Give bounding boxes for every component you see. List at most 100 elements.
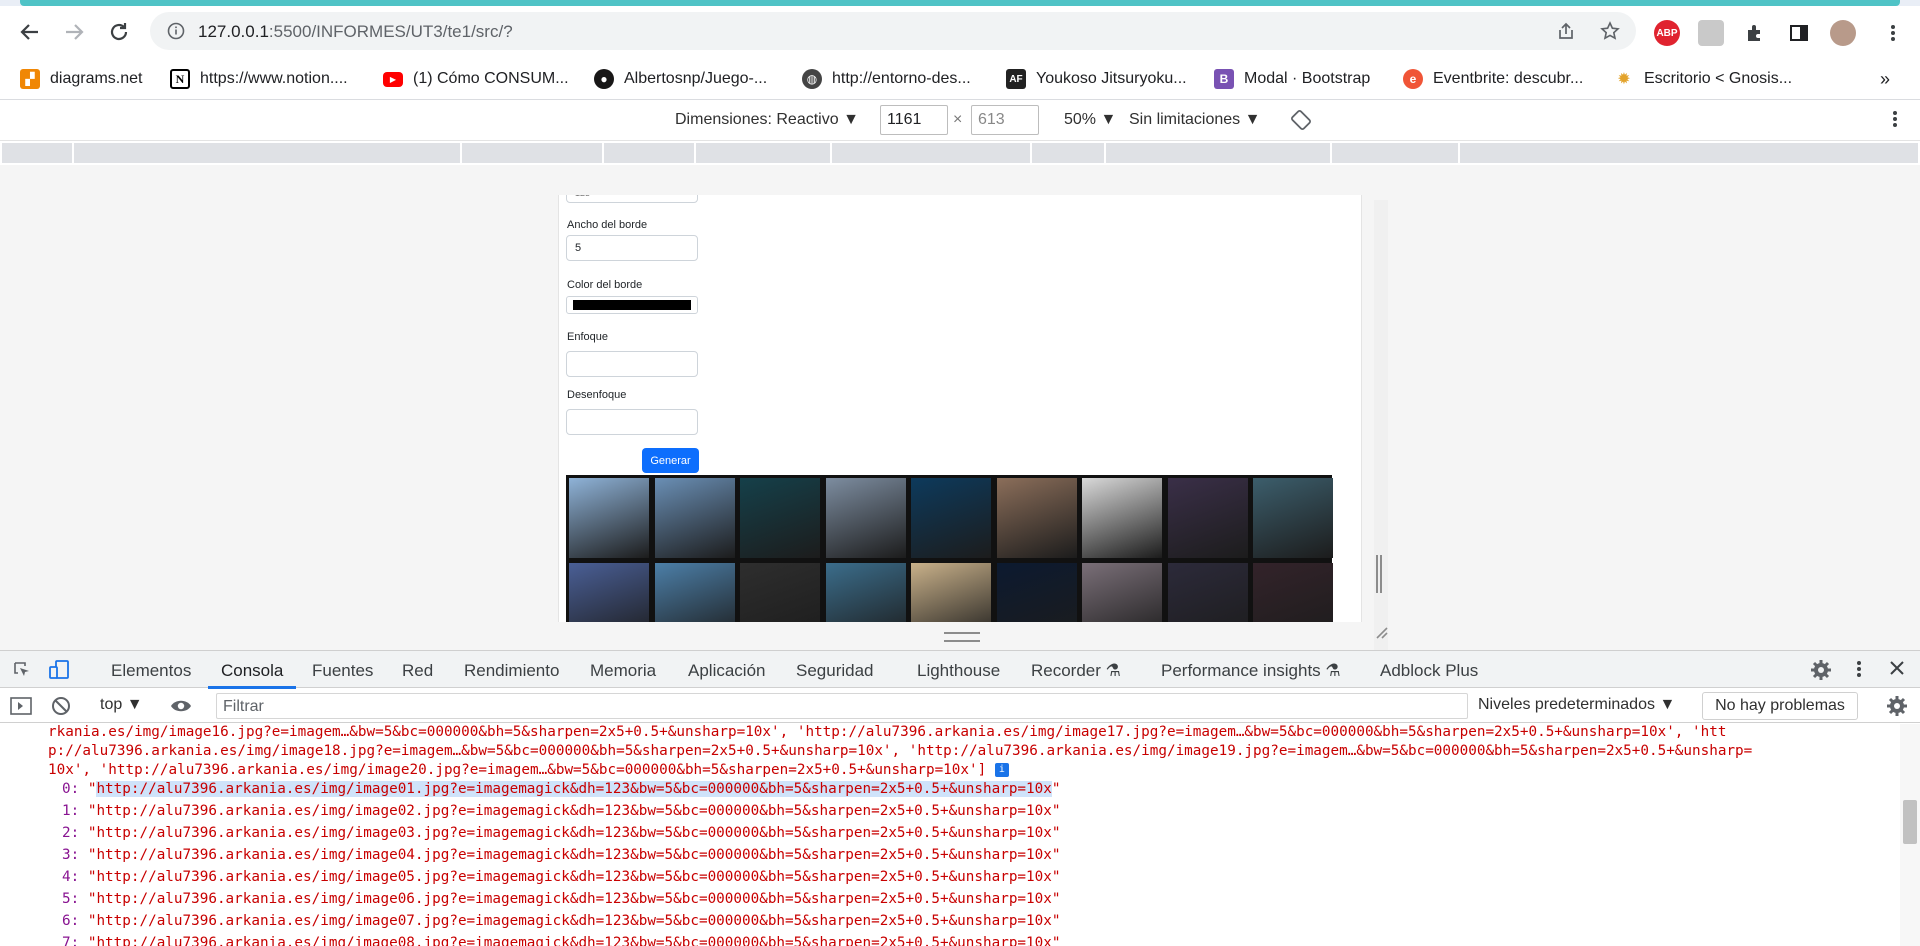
console-filter-input[interactable]: Filtrar (216, 693, 1468, 719)
console-scrollbar-thumb[interactable] (1903, 800, 1917, 844)
bookmark-item[interactable]: ● Albertosnp/Juego-... (594, 66, 767, 92)
ruler-segment[interactable] (1032, 143, 1104, 163)
gallery-thumbnail[interactable] (911, 478, 991, 558)
forward-button[interactable] (56, 14, 92, 50)
tab-adblock-plus[interactable]: Adblock Plus (1380, 661, 1478, 681)
bookmark-item[interactable]: e Eventbrite: descubr... (1403, 66, 1583, 92)
ruler-segment[interactable] (832, 143, 1030, 163)
gallery-thumbnail[interactable] (1082, 563, 1162, 622)
gallery-thumbnail[interactable] (740, 478, 820, 558)
console-array-row[interactable]: 4: "http://alu7396.arkania.es/img/image0… (62, 869, 1060, 885)
reload-button[interactable] (101, 14, 137, 50)
url-text[interactable]: 127.0.0.1:5500/INFORMES/UT3/te1/src/? (198, 22, 513, 42)
device-toggle-icon[interactable] (48, 659, 70, 686)
console-array-row[interactable]: 6: "http://alu7396.arkania.es/img/image0… (62, 913, 1060, 929)
gallery-thumbnail[interactable] (1253, 478, 1333, 558)
gallery-thumbnail[interactable] (825, 563, 906, 622)
context-selector[interactable]: top ▼ (100, 696, 143, 714)
settings-gear-icon[interactable] (1810, 659, 1832, 686)
console-array-row[interactable]: 5: "http://alu7396.arkania.es/img/image0… (62, 891, 1060, 907)
resize-handle-right[interactable] (1376, 555, 1382, 593)
tab-elements[interactable]: Elementos (111, 661, 191, 681)
blur-field[interactable] (566, 409, 698, 435)
gallery-thumbnail[interactable] (654, 563, 735, 622)
close-devtools-icon[interactable] (1888, 659, 1906, 682)
chrome-menu-icon[interactable] (1880, 20, 1906, 46)
console-array-row[interactable]: 3: "http://alu7396.arkania.es/img/image0… (62, 847, 1060, 863)
width-input[interactable]: 1161 (880, 105, 948, 135)
bookmark-item[interactable]: AF Youkoso Jitsuryoku... (1006, 66, 1187, 92)
info-badge-icon[interactable]: i (994, 763, 1009, 777)
tab-sources[interactable]: Fuentes (312, 661, 373, 681)
bookmark-item[interactable]: ▶ (1) Cómo CONSUM... (383, 66, 569, 92)
info-icon[interactable] (164, 19, 188, 43)
console-settings-gear-icon[interactable] (1886, 695, 1908, 722)
bookmarks-overflow-icon[interactable]: » (1880, 66, 1890, 92)
bookmark-item[interactable]: ◍ http://entorno-des... (802, 66, 971, 92)
extension-avatar-icon[interactable] (1698, 20, 1724, 46)
border-width-field[interactable]: 5 (566, 235, 698, 261)
devtools-menu-icon[interactable] (1856, 659, 1862, 684)
zoom-dropdown[interactable]: 50% ▼ (1064, 111, 1116, 129)
console-array-row[interactable]: 1: "http://alu7396.arkania.es/img/image0… (62, 803, 1060, 819)
gallery-thumbnail[interactable] (996, 563, 1077, 622)
tab-recorder[interactable]: Recorder ⚗ (1031, 661, 1121, 681)
throttle-dropdown[interactable]: Sin limitaciones ▼ (1129, 111, 1260, 129)
gallery-thumbnail[interactable] (825, 478, 906, 558)
bookmark-item[interactable]: B Modal · Bootstrap (1214, 66, 1370, 92)
gallery-thumbnail[interactable] (1167, 478, 1248, 558)
ruler-segment[interactable] (2, 143, 72, 163)
star-bookmark-icon[interactable] (1598, 19, 1622, 43)
address-bar[interactable]: 127.0.0.1:5500/INFORMES/UT3/te1/src/? (150, 12, 1636, 50)
gallery-thumbnail[interactable] (569, 563, 649, 622)
resize-corner-icon[interactable] (1372, 623, 1388, 639)
device-menu-icon[interactable] (1892, 109, 1898, 134)
tab-network[interactable]: Red (402, 661, 433, 681)
tab-performance[interactable]: Rendimiento (464, 661, 559, 681)
bookmark-item[interactable]: ▞ diagrams.net (20, 66, 143, 92)
viewport-resize-edge[interactable] (1374, 200, 1388, 670)
gallery-thumbnail[interactable] (996, 478, 1077, 558)
console-array-row[interactable]: 2: "http://alu7396.arkania.es/img/image0… (62, 825, 1060, 841)
console-array-row[interactable]: 0: "http://alu7396.arkania.es/img/image0… (62, 781, 1060, 797)
clear-console-icon[interactable] (51, 696, 71, 721)
gallery-thumbnail[interactable] (1082, 478, 1162, 558)
gallery-thumbnail[interactable] (740, 563, 820, 622)
bookmark-item[interactable]: Nhttps://www.notion.... (170, 66, 348, 92)
rotate-icon[interactable] (1290, 109, 1312, 136)
dimensions-dropdown[interactable]: Dimensiones: Reactivo ▼ (675, 111, 859, 129)
sharpen-field[interactable] (566, 351, 698, 377)
ruler-segment[interactable] (696, 143, 830, 163)
gallery-thumbnail[interactable] (1253, 563, 1333, 622)
bookmark-item[interactable]: ✹ Escritorio < Gnosis... (1614, 66, 1792, 92)
ruler-segment[interactable] (1880, 143, 1918, 163)
tab-performance-insights[interactable]: Performance insights ⚗ (1161, 661, 1341, 681)
tab-application[interactable]: Aplicación (688, 661, 766, 681)
generate-button[interactable]: Generar (642, 448, 699, 473)
eye-icon[interactable] (170, 697, 192, 720)
extensions-puzzle-icon[interactable] (1742, 20, 1768, 46)
border-color-picker[interactable] (566, 296, 698, 314)
issues-button[interactable]: No hay problemas (1702, 692, 1858, 720)
ruler-segment[interactable] (1332, 143, 1458, 163)
tab-lighthouse[interactable]: Lighthouse (917, 661, 1000, 681)
tab-memory[interactable]: Memoria (590, 661, 656, 681)
profile-avatar[interactable] (1830, 20, 1856, 46)
ruler-segment[interactable] (604, 143, 694, 163)
sidebar-toggle-icon[interactable] (10, 696, 32, 721)
back-button[interactable] (12, 14, 48, 50)
log-levels-dropdown[interactable]: Niveles predeterminados ▼ (1478, 696, 1675, 714)
gallery-thumbnail[interactable] (569, 478, 649, 558)
tab-security[interactable]: Seguridad (796, 661, 874, 681)
gallery-thumbnail[interactable] (654, 478, 735, 558)
ruler-segment[interactable] (1106, 143, 1330, 163)
side-panel-icon[interactable] (1786, 20, 1812, 46)
ruler-segment[interactable] (1460, 143, 1918, 163)
height-input[interactable]: 613 (971, 105, 1039, 135)
ruler-segment[interactable] (462, 143, 602, 163)
console-array-row[interactable]: 7: "http://alu7396.arkania.es/img/image0… (62, 935, 1060, 946)
inspect-element-icon[interactable] (12, 660, 32, 685)
resize-handle-bottom[interactable] (944, 632, 980, 642)
adblock-plus-icon[interactable]: ABP (1654, 20, 1680, 46)
tab-console[interactable]: Consola (221, 661, 283, 681)
